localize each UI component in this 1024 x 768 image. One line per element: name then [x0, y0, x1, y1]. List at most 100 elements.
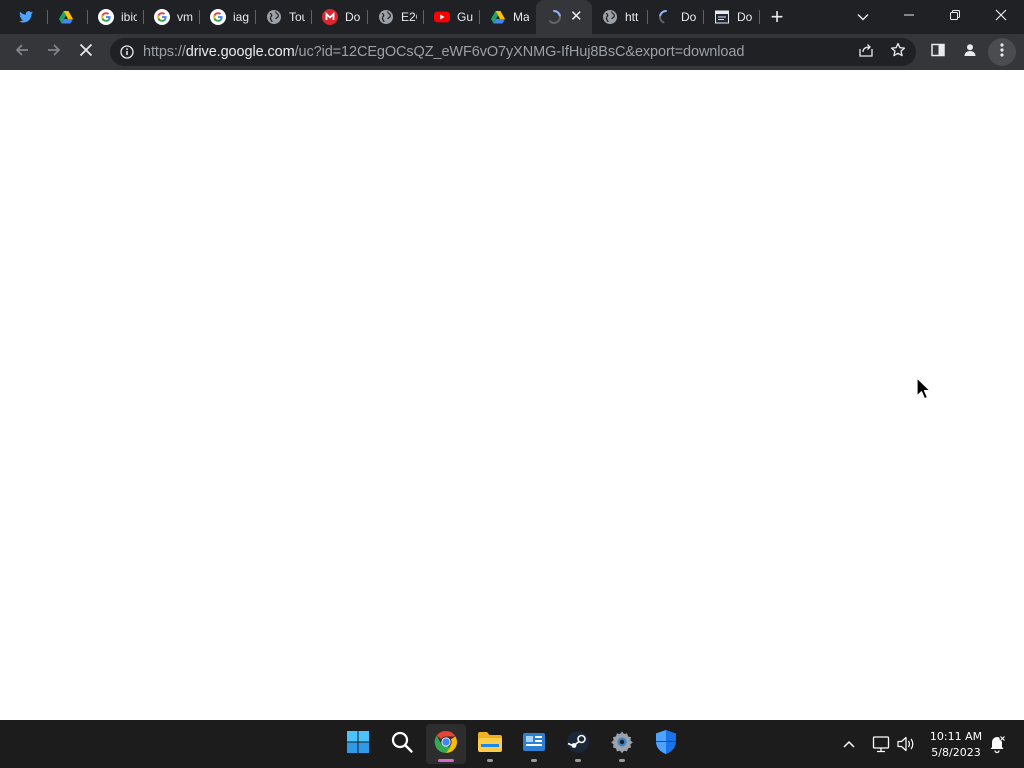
app-icon: [522, 730, 546, 759]
url-scheme: https://: [143, 44, 186, 60]
google-drive-icon: [58, 9, 74, 25]
share-button[interactable]: [852, 38, 880, 66]
twitter-icon: [18, 9, 34, 25]
taskbar-clock[interactable]: 10:11 AM 5/8/2023: [926, 729, 986, 761]
file-explorer-icon: [477, 731, 503, 758]
chrome-icon: [434, 730, 458, 759]
google-drive-icon: [490, 9, 506, 25]
volume-control[interactable]: [896, 732, 916, 761]
bookmark-button[interactable]: [884, 38, 912, 66]
running-indicator: [575, 759, 581, 762]
clock-date: 5/8/2023: [931, 746, 981, 759]
running-indicator: [531, 759, 537, 762]
tab-active-loading[interactable]: ✕: [536, 0, 592, 34]
show-hidden-icons-button[interactable]: [842, 732, 856, 761]
taskbar-steam[interactable]: [558, 724, 598, 764]
address-bar[interactable]: https://drive.google.com/uc?id=12CEgOCsQ…: [110, 38, 916, 66]
running-indicator: [619, 759, 625, 762]
tab-title: Do: [737, 10, 753, 24]
tab-e2c[interactable]: E2C: [368, 0, 424, 34]
tab-google-drive[interactable]: [48, 0, 88, 34]
close-icon: [995, 8, 1007, 26]
restore-button[interactable]: [932, 0, 978, 34]
chevron-down-icon: [857, 8, 869, 26]
minimize-button[interactable]: [886, 0, 932, 34]
tab-mega-do[interactable]: Do: [312, 0, 368, 34]
globe-icon: [602, 9, 618, 25]
url-path: /uc?id=12CEgOCsQZ_eWF6vO7yXNMG-IfHuj8BsC…: [294, 44, 745, 60]
start-button[interactable]: [338, 724, 378, 764]
url-host: drive.google.com: [185, 44, 295, 60]
close-window-button[interactable]: [978, 0, 1024, 34]
tab-title: Tou: [289, 10, 305, 24]
tab-twitter[interactable]: [8, 0, 48, 34]
notification-bell-icon: [988, 735, 1006, 760]
search-icon: [390, 730, 414, 759]
minimize-icon: [903, 8, 915, 26]
back-button[interactable]: [8, 38, 36, 66]
side-panel-button[interactable]: [924, 38, 952, 66]
search-button[interactable]: [382, 724, 422, 764]
google-icon: [210, 9, 226, 25]
tab-title: htt: [625, 10, 639, 24]
star-icon: [890, 42, 906, 63]
stop-loading-button[interactable]: [72, 38, 100, 66]
clock-time: 10:11 AM: [929, 730, 983, 743]
kebab-menu-icon: [1000, 42, 1004, 63]
tab-notepad-do[interactable]: Do: [704, 0, 760, 34]
tab-search-button[interactable]: [840, 0, 886, 34]
google-icon: [98, 9, 114, 25]
taskbar-file-explorer[interactable]: [470, 724, 510, 764]
forward-button[interactable]: [40, 38, 68, 66]
tab-title: Gu: [457, 10, 473, 24]
running-indicator: [487, 759, 493, 762]
taskbar-chrome[interactable]: [426, 724, 466, 764]
tab-strip: ibic vm iag Tou Do: [0, 0, 1024, 34]
mouse-cursor-icon: [916, 377, 932, 406]
notification-center-button[interactable]: [988, 732, 1006, 761]
globe-icon: [378, 9, 394, 25]
notepad-icon: [714, 9, 730, 25]
tab-google-vm[interactable]: vm: [144, 0, 200, 34]
chrome-menu-button[interactable]: [988, 38, 1016, 66]
url-text[interactable]: https://drive.google.com/uc?id=12CEgOCsQ…: [143, 44, 744, 60]
page-content: [0, 70, 1024, 720]
windows-start-icon: [346, 730, 370, 759]
profile-icon: [962, 42, 978, 63]
mega-icon: [322, 9, 338, 25]
site-info-icon[interactable]: [119, 44, 135, 60]
tab-google-iag[interactable]: iag: [200, 0, 256, 34]
tab-tou[interactable]: Tou: [256, 0, 312, 34]
taskbar-windows-security[interactable]: [646, 724, 686, 764]
share-icon: [858, 42, 874, 63]
google-icon: [154, 9, 170, 25]
running-indicator: [438, 759, 454, 762]
close-tab-icon[interactable]: ✕: [570, 9, 583, 25]
settings-icon: [610, 730, 634, 759]
speaker-icon: [896, 736, 916, 760]
profile-button[interactable]: [956, 38, 984, 66]
tab-title: E2C: [401, 10, 417, 24]
tab-google-ibic[interactable]: ibic: [88, 0, 144, 34]
taskbar-app[interactable]: [514, 724, 554, 764]
tab-title: Do: [681, 10, 697, 24]
back-arrow-icon: [14, 42, 30, 63]
tab-loading-do[interactable]: Do: [648, 0, 704, 34]
chevron-up-icon: [842, 740, 856, 760]
tab-title: ibic: [121, 10, 137, 24]
loading-spinner-icon: [546, 9, 562, 25]
taskbar-settings[interactable]: [602, 724, 642, 764]
tab-google-drive-ma[interactable]: Ma: [480, 0, 536, 34]
network-status[interactable]: [872, 732, 890, 761]
tab-list: ibic vm iag Tou Do: [8, 0, 760, 34]
side-panel-icon: [930, 42, 946, 63]
tab-youtube-gu[interactable]: Gu: [424, 0, 480, 34]
tab-htt[interactable]: htt: [592, 0, 648, 34]
windows-taskbar: 10:11 AM 5/8/2023: [0, 720, 1024, 768]
new-tab-button[interactable]: +: [766, 6, 788, 28]
tab-title: Do: [345, 10, 361, 24]
globe-icon: [266, 9, 282, 25]
tab-title: Ma: [513, 10, 529, 24]
loading-spinner-icon: [658, 9, 674, 25]
youtube-icon: [434, 9, 450, 25]
